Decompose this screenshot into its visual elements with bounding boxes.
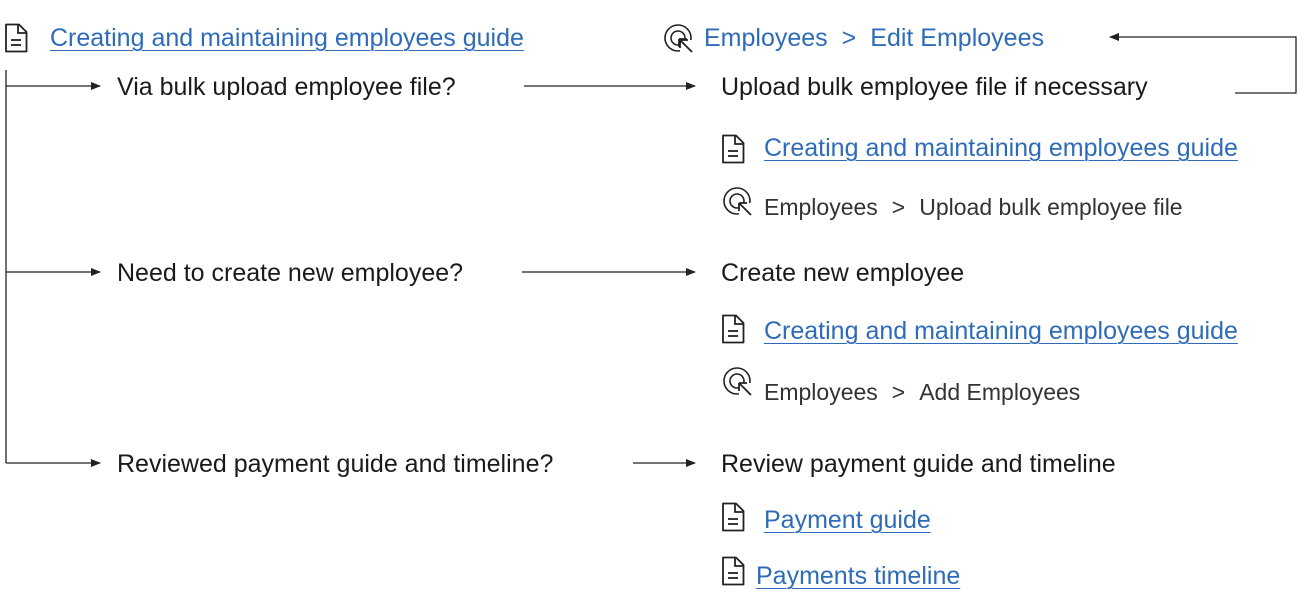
- nav-upload-bulk-link[interactable]: Upload bulk employee file: [919, 194, 1182, 220]
- question-bulk-upload: Via bulk upload employee file?: [117, 73, 456, 101]
- nav-employees-link[interactable]: Employees: [764, 379, 878, 405]
- nav-separator: >: [841, 24, 857, 52]
- question-create-employee: Need to create new employee?: [117, 259, 464, 287]
- header-guide-link[interactable]: Creating and maintaining employees guide: [50, 26, 524, 51]
- nav-employees-link[interactable]: Employees: [764, 194, 878, 220]
- cursor-click-icon: [720, 365, 754, 404]
- payment-guide-link[interactable]: Payment guide: [764, 508, 931, 533]
- nav-path-create: Employees > Add Employees: [764, 381, 1080, 404]
- document-icon: [721, 556, 745, 591]
- nav-edit-employees-link[interactable]: Edit Employees: [870, 24, 1044, 52]
- nav-employees-link[interactable]: Employees: [704, 24, 828, 52]
- guide-link-bulk[interactable]: Creating and maintaining employees guide: [764, 136, 1238, 161]
- document-icon: [721, 502, 745, 537]
- nav-add-employees-link[interactable]: Add Employees: [919, 379, 1080, 405]
- cursor-click-icon: [661, 22, 695, 61]
- question-payment-guide: Reviewed payment guide and timeline?: [117, 450, 554, 478]
- action-create-employee: Create new employee: [721, 259, 965, 287]
- action-review-payment: Review payment guide and timeline: [721, 450, 1116, 478]
- action-upload-bulk: Upload bulk employee file if necessary: [721, 73, 1148, 101]
- nav-separator: >: [891, 379, 906, 405]
- guide-link-create[interactable]: Creating and maintaining employees guide: [764, 319, 1238, 344]
- nav-path-bulk: Employees > Upload bulk employee file: [764, 196, 1183, 219]
- payments-timeline-link[interactable]: Payments timeline: [756, 564, 960, 589]
- cursor-click-icon: [720, 185, 754, 224]
- header-nav-path: Employees > Edit Employees: [704, 26, 1044, 51]
- document-icon: [4, 23, 28, 58]
- nav-separator: >: [891, 194, 906, 220]
- document-icon: [721, 134, 745, 169]
- document-icon: [721, 314, 745, 349]
